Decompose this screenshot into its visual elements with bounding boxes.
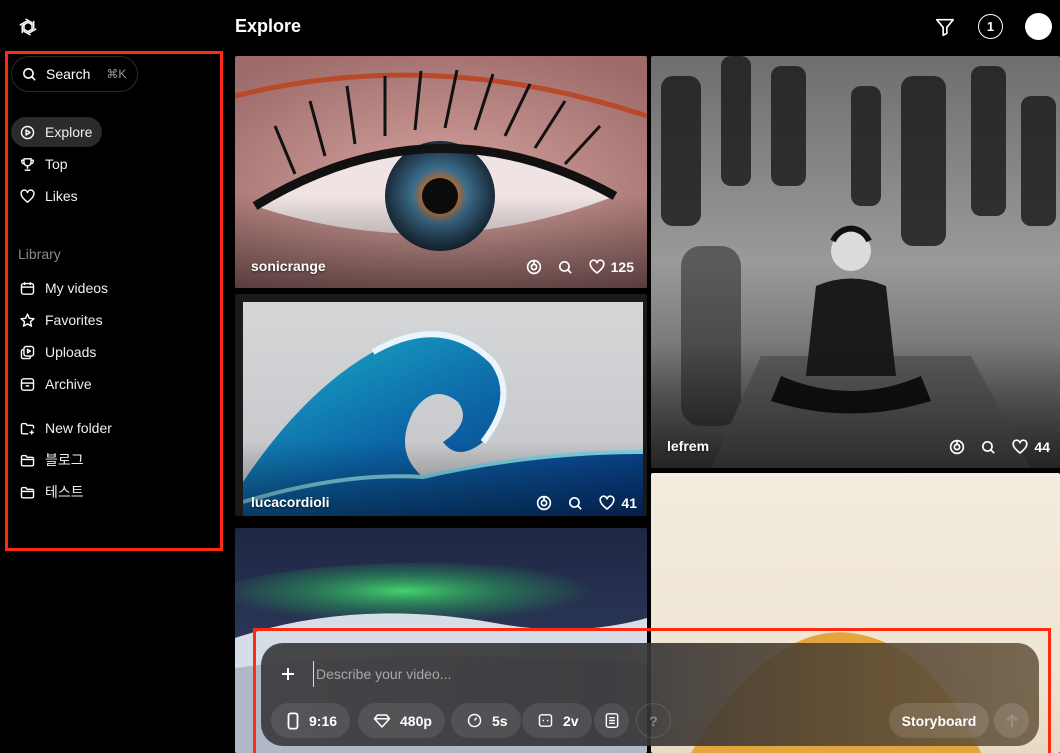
like-button[interactable]: 41 xyxy=(598,494,637,512)
search-icon[interactable] xyxy=(980,439,997,456)
duration-value: 5s xyxy=(492,712,508,729)
sidebar-item-label: Likes xyxy=(45,188,78,204)
notification-count-badge[interactable]: 1 xyxy=(978,14,1003,39)
filter-icon[interactable] xyxy=(932,14,958,40)
like-button[interactable]: 125 xyxy=(588,258,634,276)
search-icon[interactable] xyxy=(557,259,574,276)
duration-button[interactable]: 5s xyxy=(451,703,521,738)
sidebar-item-top[interactable]: Top xyxy=(11,149,78,179)
sidebar-item-label: Uploads xyxy=(45,344,97,360)
video-card[interactable]: lefrem 44 xyxy=(651,56,1060,468)
diamond-icon xyxy=(373,713,391,728)
like-count: 41 xyxy=(621,495,637,511)
sidebar-item-folder-blog[interactable]: 블로그 xyxy=(11,445,94,475)
video-thumbnail-wave xyxy=(243,302,643,516)
prompt-input[interactable] xyxy=(313,661,913,687)
storyboard-button[interactable]: Storyboard xyxy=(889,703,989,738)
like-count: 44 xyxy=(1034,439,1050,455)
sidebar-item-favorites[interactable]: Favorites xyxy=(11,305,113,335)
page-title: Explore xyxy=(235,16,302,36)
heart-icon xyxy=(20,188,35,203)
remix-icon[interactable] xyxy=(525,258,543,276)
folder-plus-icon xyxy=(20,422,35,435)
search-icon[interactable] xyxy=(567,495,584,512)
video-thumbnail-street xyxy=(651,56,1060,468)
archive-icon xyxy=(20,377,35,391)
search-icon xyxy=(23,67,36,81)
sidebar-item-label: Explore xyxy=(45,124,93,140)
sidebar-item-label: Archive xyxy=(45,376,92,392)
prompt-composer: 9:16 480p 5s 2v ? Storyboard xyxy=(261,643,1039,746)
variations-button[interactable]: 2v xyxy=(522,703,592,738)
aspect-ratio-value: 9:16 xyxy=(309,712,338,729)
variations-value: 2v xyxy=(563,712,579,729)
add-attachment-button[interactable] xyxy=(277,663,299,685)
trophy-icon xyxy=(21,157,34,171)
sidebar-item-new-folder[interactable]: New folder xyxy=(11,413,122,443)
clock-icon xyxy=(467,713,482,728)
search-label: Search xyxy=(46,66,91,82)
video-card[interactable]: lucacordioli 41 xyxy=(235,294,647,516)
star-icon xyxy=(20,312,35,327)
plus-icon xyxy=(282,668,294,680)
sidebar-item-label: Favorites xyxy=(45,312,103,328)
heart-icon xyxy=(589,259,605,274)
sidebar-item-label: 테스트 xyxy=(45,484,84,500)
arrow-up-icon xyxy=(1005,713,1018,727)
avatar[interactable] xyxy=(1025,13,1052,40)
remix-icon[interactable] xyxy=(535,494,553,512)
play-circle-icon xyxy=(20,125,35,139)
phone-icon xyxy=(287,711,299,730)
video-card[interactable]: sonicrange 125 xyxy=(235,56,647,288)
storyboard-settings-button[interactable] xyxy=(594,703,629,738)
sidebar-item-explore[interactable]: Explore xyxy=(11,117,103,147)
sidebar-item-likes[interactable]: Likes xyxy=(11,181,88,211)
sidebar-item-archive[interactable]: Archive xyxy=(11,369,102,399)
calendar-icon xyxy=(20,281,35,295)
sidebar-item-uploads[interactable]: Uploads xyxy=(11,337,106,367)
sidebar-item-folder-test[interactable]: 테스트 xyxy=(11,477,94,507)
video-author[interactable]: sonicrange xyxy=(251,258,326,274)
help-button[interactable]: ? xyxy=(636,703,671,738)
remix-icon[interactable] xyxy=(948,438,966,456)
resolution-button[interactable]: 480p xyxy=(358,703,445,738)
sidebar-item-label: New folder xyxy=(45,420,112,436)
submit-button[interactable] xyxy=(994,703,1029,738)
like-count: 125 xyxy=(610,259,634,275)
heart-icon xyxy=(599,495,616,510)
document-icon xyxy=(605,713,618,728)
sidebar-item-label: My videos xyxy=(45,280,109,296)
folder-icon xyxy=(20,486,35,499)
resolution-value: 480p xyxy=(400,712,432,729)
openai-logo-icon[interactable] xyxy=(16,15,40,39)
search-shortcut: ⌘K xyxy=(106,67,127,81)
video-author[interactable]: lucacordioli xyxy=(251,494,330,510)
sidebar-item-label: 블로그 xyxy=(45,452,84,468)
aspect-ratio-button[interactable]: 9:16 xyxy=(271,703,351,738)
upload-icon xyxy=(20,345,35,359)
like-button[interactable]: 44 xyxy=(1011,438,1050,456)
video-author[interactable]: lefrem xyxy=(667,438,709,454)
heart-icon xyxy=(1012,439,1029,454)
sidebar-item-label: Top xyxy=(45,156,68,172)
library-heading: Library xyxy=(18,246,61,262)
variations-icon xyxy=(538,714,553,727)
search-button[interactable]: Search ⌘K xyxy=(11,56,138,92)
video-thumbnail-eye xyxy=(235,56,647,288)
folder-icon xyxy=(20,454,35,467)
sidebar-item-my-videos[interactable]: My videos xyxy=(11,273,118,303)
